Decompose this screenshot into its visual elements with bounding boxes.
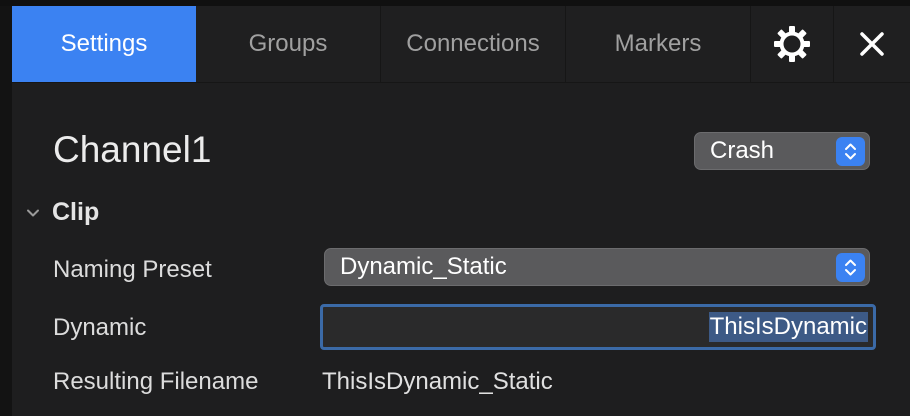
naming-preset-select[interactable]: Dynamic_Static [324,248,870,286]
dynamic-field[interactable]: ThisIsDynamic [320,304,876,350]
channel-title: Channel1 [53,129,212,170]
popup-arrows-icon [836,252,865,282]
dynamic-label: Dynamic [53,314,147,341]
chevron-down-icon [18,207,48,219]
naming-preset-label: Naming Preset [53,256,212,283]
settings-button[interactable] [751,6,833,82]
resulting-filename-value: ThisIsDynamic_Static [322,368,553,395]
tab-groups[interactable]: Groups [196,6,380,82]
close-icon [860,32,884,56]
dynamic-field-selected-text: ThisIsDynamic [708,312,868,342]
channel-mode-value: Crash [710,137,775,164]
channel-mode-select[interactable]: Crash [694,132,870,170]
tab-connections[interactable]: Connections [381,6,565,82]
clip-section-label: Clip [52,198,100,226]
tab-settings[interactable]: Settings [12,6,196,82]
naming-preset-value: Dynamic_Static [340,253,507,280]
resulting-filename-label: Resulting Filename [53,368,259,395]
clip-section-header[interactable]: Clip [18,198,99,227]
close-button[interactable] [834,6,910,82]
inspector-panel: Settings Groups Connections Markers Chan… [12,6,910,416]
gear-icon [774,26,810,62]
tab-markers[interactable]: Markers [566,6,750,82]
popup-arrows-icon [836,136,865,166]
tab-bar: Settings Groups Connections Markers [12,6,910,83]
